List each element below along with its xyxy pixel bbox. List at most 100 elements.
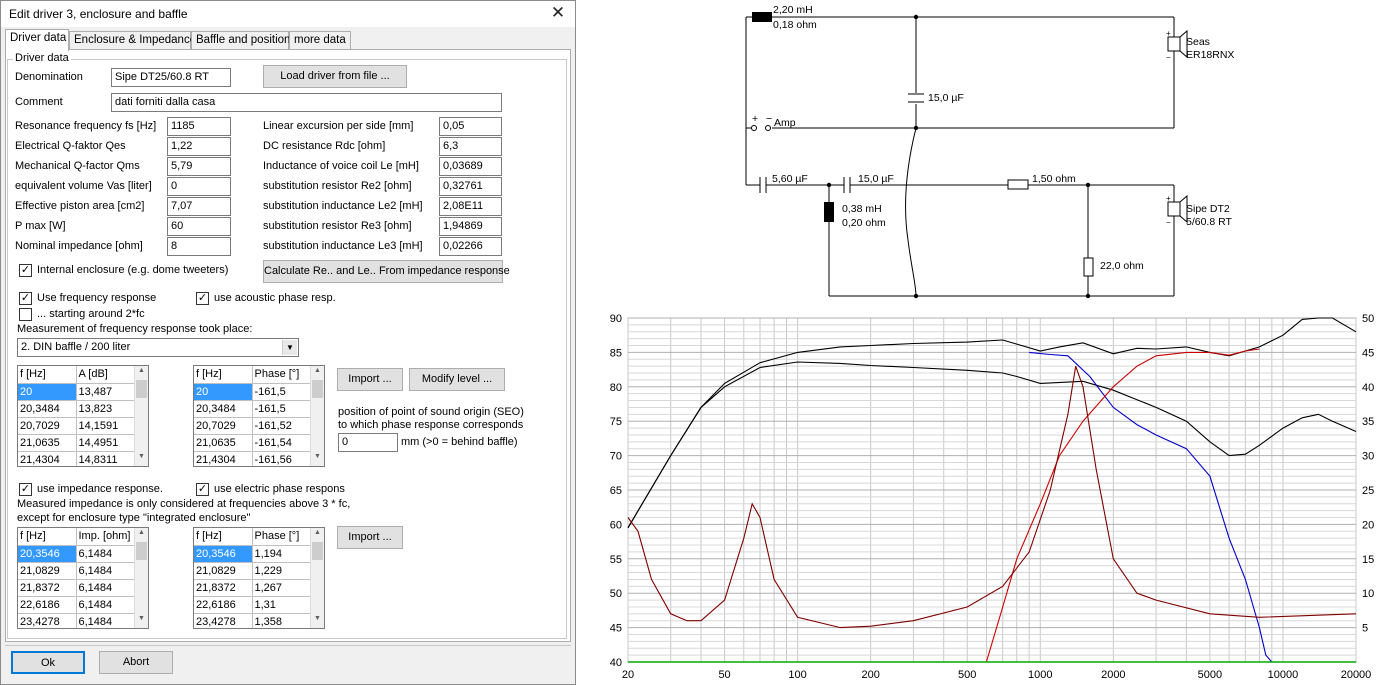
table-cell[interactable]: 6,1484 [76, 545, 135, 563]
use-frequency-response-checkbox[interactable]: ✓ [19, 292, 32, 305]
le3-field[interactable]: 0,02266 [439, 237, 502, 256]
scroll-thumb[interactable] [312, 542, 323, 560]
table-cell[interactable]: 21,0829 [18, 562, 77, 580]
table-cell[interactable]: 1,31 [252, 596, 311, 614]
seo-field[interactable]: 0 [338, 433, 398, 452]
starting-around-checkbox[interactable] [19, 308, 32, 321]
scroll-up-icon[interactable]: ▲ [311, 367, 324, 379]
table-row[interactable]: 21,0829 6,1484 [18, 562, 135, 580]
phase-header-phase[interactable]: Phase [°] [252, 366, 311, 384]
table-cell[interactable]: 6,1484 [76, 579, 135, 597]
calculate-re-le-button[interactable]: Calculate Re.. and Le.. From impedance r… [263, 260, 510, 283]
table-row[interactable]: 21,4304 14,8311 [18, 451, 135, 466]
scroll-thumb[interactable] [136, 542, 147, 560]
chevron-down-icon[interactable]: ▼ [282, 340, 297, 355]
tab-more-data[interactable]: more data [289, 31, 351, 50]
scrollbar[interactable]: ▲ ▼ [134, 528, 148, 628]
tab-enclosure-impedance[interactable]: Enclosure & Impedance [69, 31, 196, 50]
frequency-response-table[interactable]: f [Hz] A [dB] 20 13,487 20,3484 13,823 20,7… [17, 365, 149, 467]
table-cell[interactable]: 20 [194, 383, 253, 401]
scroll-up-icon[interactable]: ▲ [135, 529, 148, 541]
scroll-up-icon[interactable]: ▲ [135, 367, 148, 379]
table-row[interactable]: 20 -161,5 [194, 383, 311, 401]
denomination-field[interactable]: Sipe DT25/60.8 RT [111, 68, 231, 87]
table-cell[interactable]: -161,5 [252, 383, 311, 401]
internal-enclosure-checkbox[interactable]: ✓ [19, 264, 32, 277]
scrollbar[interactable]: ▲ ▼ [134, 366, 148, 466]
close-icon[interactable]: ✕ [547, 3, 569, 23]
phase-header-f[interactable]: f [Hz] [194, 366, 253, 384]
table-cell[interactable]: 20,7029 [194, 417, 253, 435]
re2-field[interactable]: 0,32761 [439, 177, 502, 196]
tab-baffle-position[interactable]: Baffle and position [191, 31, 290, 50]
use-acoustic-phase-checkbox[interactable]: ✓ [196, 292, 209, 305]
table-cell[interactable]: -161,5 [252, 400, 311, 418]
pmax-field[interactable]: 60 [167, 217, 231, 236]
table-cell[interactable]: 21,4304 [18, 451, 77, 466]
phase-response-table[interactable]: f [Hz] Phase [°] 20 -161,5 20,3484 -161,5 2… [193, 365, 325, 467]
rdc-field[interactable]: 6,3 [439, 137, 502, 156]
table-row[interactable]: 20,3546 6,1484 [18, 545, 135, 563]
tab-driver-data[interactable]: Driver data [5, 29, 69, 51]
table-cell[interactable]: -161,52 [252, 417, 311, 435]
table-cell[interactable]: 6,1484 [76, 562, 135, 580]
nominal-impedance-field[interactable]: 8 [167, 237, 231, 256]
table-cell[interactable]: 20,3484 [18, 400, 77, 418]
use-impedance-checkbox[interactable]: ✓ [19, 483, 32, 496]
table-cell[interactable]: 21,8372 [194, 579, 253, 597]
table-row[interactable]: 23,4278 1,358 [194, 613, 311, 628]
freq-header-a[interactable]: A [dB] [76, 366, 135, 384]
table-row[interactable]: 21,8372 1,267 [194, 579, 311, 597]
table-row[interactable]: 20,7029 14,1591 [18, 417, 135, 435]
table-cell[interactable]: 1,229 [252, 562, 311, 580]
table-cell[interactable]: 1,358 [252, 613, 311, 628]
impedance-table[interactable]: f [Hz] Imp. [ohm] 20,3546 6,1484 21,0829 6,… [17, 527, 149, 629]
imp-phase-header-phase[interactable]: Phase [°] [252, 528, 311, 546]
scroll-thumb[interactable] [312, 380, 323, 398]
table-cell[interactable]: 6,1484 [76, 596, 135, 614]
table-cell[interactable]: 20,7029 [18, 417, 77, 435]
abort-button[interactable]: Abort [99, 651, 173, 674]
imp-header-f[interactable]: f [Hz] [18, 528, 77, 546]
table-cell[interactable]: 14,8311 [76, 451, 135, 466]
table-row[interactable]: 23,4278 6,1484 [18, 613, 135, 628]
table-cell[interactable]: 6,1484 [76, 613, 135, 628]
table-cell[interactable]: 1,194 [252, 545, 311, 563]
import-impedance-button[interactable]: Import ... [337, 526, 403, 549]
table-row[interactable]: 20,3546 1,194 [194, 545, 311, 563]
table-row[interactable]: 21,0635 -161,54 [194, 434, 311, 452]
scroll-down-icon[interactable]: ▼ [135, 615, 148, 627]
imp-header-imp[interactable]: Imp. [ohm] [76, 528, 135, 546]
table-cell[interactable]: 20,3546 [18, 545, 77, 563]
table-row[interactable]: 21,0829 1,229 [194, 562, 311, 580]
load-driver-button[interactable]: Load driver from file ... [263, 65, 407, 88]
table-cell[interactable]: 22,6186 [194, 596, 253, 614]
xmax-field[interactable]: 0,05 [439, 117, 502, 136]
table-cell[interactable]: -161,56 [252, 451, 311, 466]
table-cell[interactable]: 1,267 [252, 579, 311, 597]
table-row[interactable]: 20,7029 -161,52 [194, 417, 311, 435]
table-cell[interactable]: 21,4304 [194, 451, 253, 466]
table-cell[interactable]: 22,6186 [18, 596, 77, 614]
table-row[interactable]: 22,6186 6,1484 [18, 596, 135, 614]
comment-field[interactable]: dati forniti dalla casa [111, 93, 502, 112]
table-row[interactable]: 21,0635 14,4951 [18, 434, 135, 452]
table-cell[interactable]: 21,0829 [194, 562, 253, 580]
scroll-down-icon[interactable]: ▼ [311, 615, 324, 627]
impedance-phase-table[interactable]: f [Hz] Phase [°] 20,3546 1,194 21,0829 1,22… [193, 527, 325, 629]
table-row[interactable]: 20,3484 13,823 [18, 400, 135, 418]
fs-field[interactable]: 1185 [167, 117, 231, 136]
scroll-thumb[interactable] [136, 380, 147, 398]
table-cell[interactable]: 21,8372 [18, 579, 77, 597]
table-row[interactable]: 21,4304 -161,56 [194, 451, 311, 466]
measurement-select[interactable]: 2. DIN baffle / 200 liter ▼ [17, 338, 299, 357]
table-cell[interactable]: -161,54 [252, 434, 311, 452]
table-row[interactable]: 22,6186 1,31 [194, 596, 311, 614]
table-cell[interactable]: 21,0635 [194, 434, 253, 452]
table-row[interactable]: 20,3484 -161,5 [194, 400, 311, 418]
use-electric-phase-checkbox[interactable]: ✓ [196, 483, 209, 496]
table-cell[interactable]: 13,487 [76, 383, 135, 401]
scrollbar[interactable]: ▲ ▼ [310, 528, 324, 628]
table-cell[interactable]: 23,4278 [18, 613, 77, 628]
table-cell[interactable]: 13,823 [76, 400, 135, 418]
